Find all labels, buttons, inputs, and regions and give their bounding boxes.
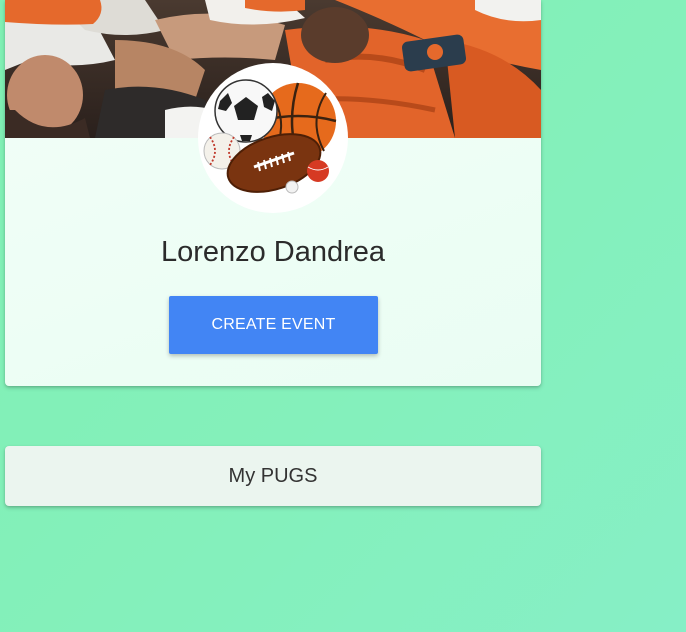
profile-card: Lorenzo Dandrea CREATE EVENT <box>5 0 541 386</box>
sports-balls-icon <box>203 79 337 194</box>
avatar <box>198 63 348 213</box>
my-pugs-card[interactable]: My PUGS <box>5 446 541 506</box>
user-name: Lorenzo Dandrea <box>160 236 386 268</box>
create-event-button[interactable]: CREATE EVENT <box>169 296 378 354</box>
my-pugs-label: My PUGS <box>228 464 318 487</box>
